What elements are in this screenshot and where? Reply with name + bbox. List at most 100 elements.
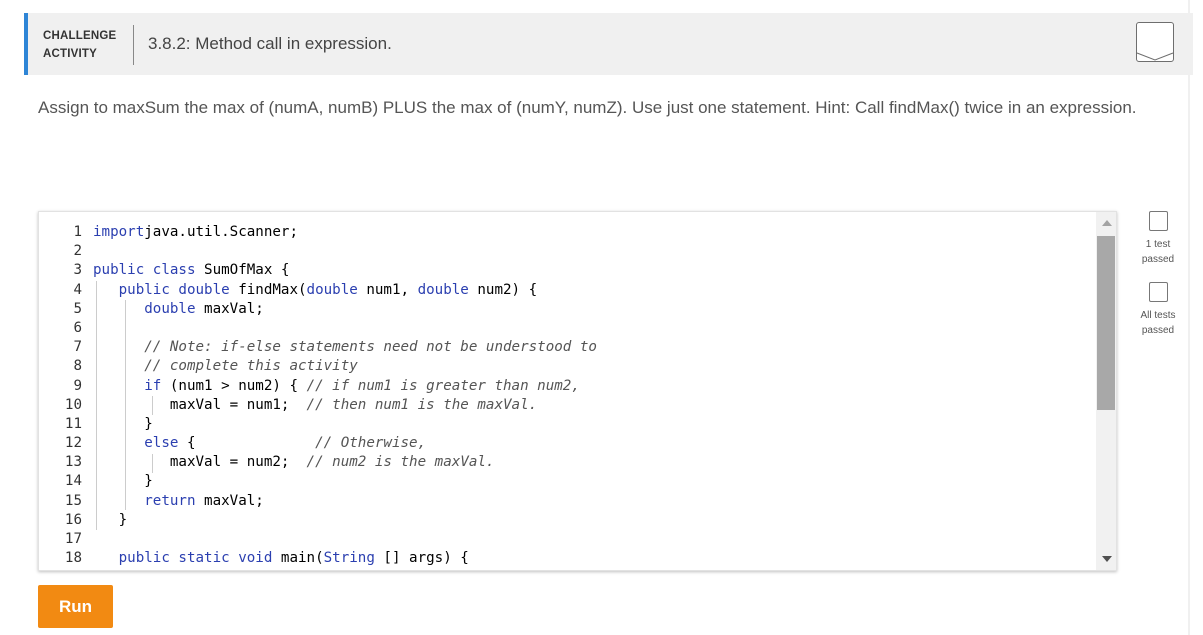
line-number: 6 xyxy=(73,319,82,336)
badge-line-1: CHALLENGE xyxy=(43,30,117,42)
code-keyword: return xyxy=(144,492,196,509)
code-token: findMax( xyxy=(229,281,307,298)
code-keyword: public static void xyxy=(118,550,273,567)
code-text[interactable]: public double findMax(double num1, doubl… xyxy=(93,281,538,300)
code-text[interactable]: // complete this activity xyxy=(93,357,358,376)
code-keyword: double xyxy=(417,281,469,298)
line-number: 4 xyxy=(73,281,82,298)
code-keyword: public class xyxy=(93,262,196,279)
activity-completion-icon xyxy=(1136,22,1174,62)
code-text[interactable]: maxVal = num2; // num2 is the maxVal. xyxy=(93,453,495,472)
code-text[interactable]: public class SumOfMax { xyxy=(93,261,289,280)
test-status-1: 1 test passed xyxy=(1133,211,1183,267)
activity-title: 3.8.2: Method call in expression. xyxy=(148,34,392,53)
code-token: java.util.Scanner; xyxy=(144,224,298,240)
code-token: maxVal = num2; xyxy=(93,454,307,471)
vertical-scrollbar[interactable] xyxy=(1096,212,1116,570)
code-line[interactable]: 18 public static void main(String [] arg… xyxy=(39,549,1099,568)
code-text[interactable]: double maxVal; xyxy=(93,300,264,319)
line-number: 16 xyxy=(64,511,82,528)
code-line[interactable]: 15 return maxVal; xyxy=(39,492,1099,511)
code-token: { xyxy=(178,435,316,452)
code-text[interactable]: return maxVal; xyxy=(93,492,264,511)
code-comment: // num2 is the maxVal. xyxy=(306,454,495,471)
code-line[interactable]: 7 // Note: if-else statements need not b… xyxy=(39,338,1099,357)
code-token: } xyxy=(93,473,153,490)
code-line[interactable]: 13 maxVal = num2; // num2 is the maxVal. xyxy=(39,453,1099,472)
code-token: [] args) { xyxy=(374,550,469,567)
test-status-all: All tests passed xyxy=(1133,282,1183,338)
code-line[interactable]: 9 if (num1 > num2) { // if num1 is great… xyxy=(39,377,1099,396)
code-line[interactable]: 4 public double findMax(double num1, dou… xyxy=(39,281,1099,300)
test-status-1-line2: passed xyxy=(1141,254,1175,265)
code-comment: // if num1 is greater than num2, xyxy=(306,377,580,394)
line-number: 17 xyxy=(64,531,82,547)
line-number: 1 xyxy=(73,224,82,240)
test-status-all-line1: All tests xyxy=(1140,310,1176,321)
line-number: 14 xyxy=(64,473,82,490)
code-line[interactable]: 1 importjava.util.Scanner; xyxy=(39,223,1099,242)
code-line[interactable]: 5 double maxVal; xyxy=(39,300,1099,319)
scroll-down-arrow-icon[interactable] xyxy=(1102,556,1112,562)
line-number: 18 xyxy=(64,550,82,567)
code-keyword: else xyxy=(144,435,179,452)
right-border xyxy=(1188,0,1190,635)
code-line[interactable]: 2 xyxy=(39,242,1099,261)
code-text[interactable]: } xyxy=(93,472,153,491)
test-passed-checkbox-icon xyxy=(1148,211,1168,231)
code-line[interactable]: 10 maxVal = num1; // then num1 is the ma… xyxy=(39,396,1099,415)
code-comment: // then num1 is the maxVal. xyxy=(306,396,538,413)
code-token: maxVal = num1; xyxy=(93,396,307,413)
code-line[interactable]: 8 // complete this activity xyxy=(39,357,1099,376)
code-line[interactable]: 3 public class SumOfMax { xyxy=(39,261,1099,280)
line-number: 9 xyxy=(73,377,82,394)
code-comment: // Otherwise, xyxy=(315,435,427,452)
line-number: 8 xyxy=(73,358,82,375)
code-text[interactable]: // Note: if-else statements need not be … xyxy=(93,338,597,357)
code-text[interactable]: if (num1 > num2) { // if num1 is greater… xyxy=(93,377,580,396)
code-text[interactable]: } xyxy=(93,511,128,530)
code-token: main( xyxy=(272,550,324,567)
code-text[interactable]: else { // Otherwise, xyxy=(93,434,426,453)
code-text[interactable]: } xyxy=(93,415,153,434)
code-line[interactable]: 6 xyxy=(39,319,1099,338)
code-keyword: import xyxy=(93,224,145,240)
code-token: num2) { xyxy=(468,281,538,298)
code-token: } xyxy=(93,511,128,528)
code-line[interactable]: 12 else { // Otherwise, xyxy=(39,434,1099,453)
code-line[interactable]: 16 } xyxy=(39,511,1099,530)
code-keyword: if xyxy=(144,377,162,394)
code-line[interactable]: 11 } xyxy=(39,415,1099,434)
code-text[interactable]: public static void main(String [] args) … xyxy=(93,549,469,568)
code-editor[interactable]: 1 importjava.util.Scanner; 2 3 public class … xyxy=(38,211,1117,571)
code-token: maxVal; xyxy=(195,300,264,317)
code-text[interactable]: maxVal = num1; // then num1 is the maxVa… xyxy=(93,396,537,415)
code-line[interactable]: 14 } xyxy=(39,472,1099,491)
code-lines[interactable]: 1 importjava.util.Scanner; 2 3 public class … xyxy=(39,223,1099,568)
instructions-text: Assign to maxSum the max of (numA, numB)… xyxy=(38,98,1137,117)
scroll-up-arrow-icon[interactable] xyxy=(1102,220,1112,226)
code-token: maxVal; xyxy=(195,492,264,509)
code-token: (num1 > num2) { xyxy=(161,377,307,394)
scrollbar-thumb[interactable] xyxy=(1097,236,1115,410)
challenge-activity-badge: CHALLENGE ACTIVITY xyxy=(43,27,133,63)
line-number: 2 xyxy=(73,243,82,260)
code-text[interactable]: importjava.util.Scanner; xyxy=(93,223,298,242)
activity-header: CHALLENGE ACTIVITY 3.8.2: Method call in… xyxy=(24,13,1193,75)
line-number: 11 xyxy=(64,415,82,432)
run-button[interactable]: Run xyxy=(38,585,113,628)
code-token: SumOfMax { xyxy=(195,262,290,279)
code-token: num1, xyxy=(357,281,418,298)
code-keyword: double xyxy=(306,281,358,298)
line-number: 5 xyxy=(73,300,82,317)
test-status-1-line1: 1 test xyxy=(1145,239,1171,250)
line-number: 15 xyxy=(64,492,82,509)
code-line[interactable]: 17 xyxy=(39,530,1099,549)
